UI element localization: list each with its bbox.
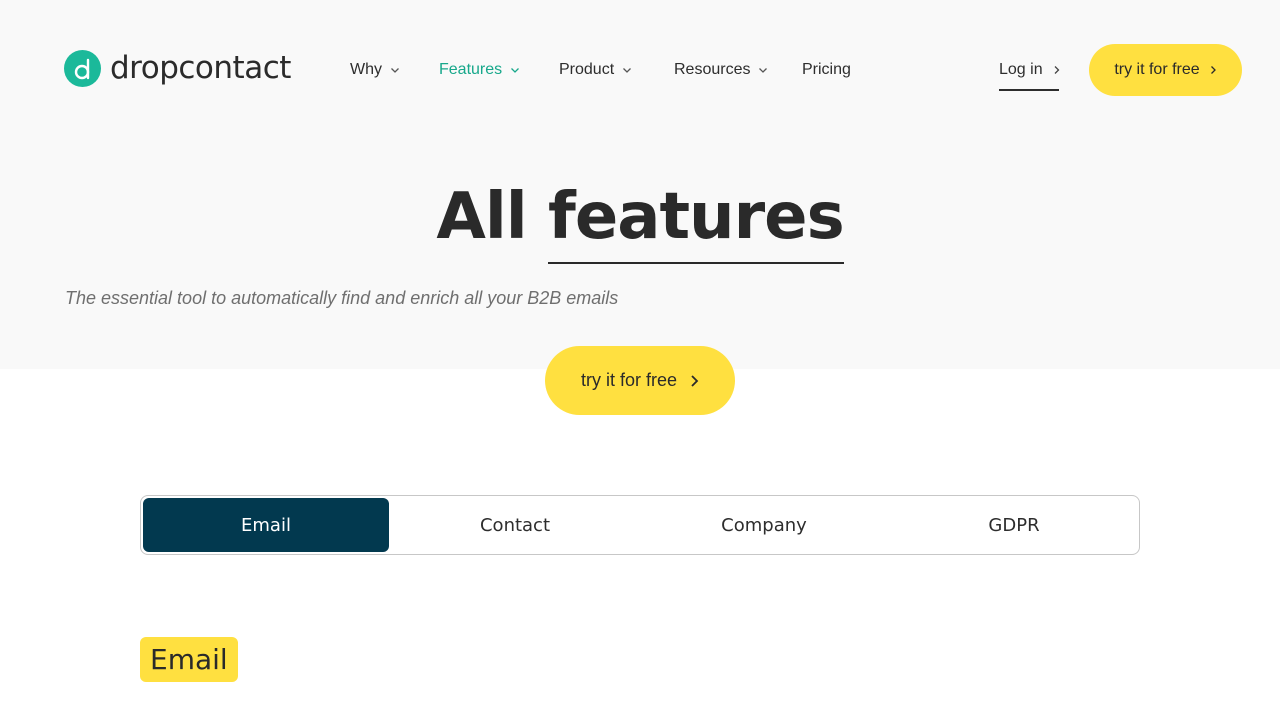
tab-label: Contact bbox=[479, 514, 551, 536]
chevron-down-icon bbox=[759, 68, 768, 73]
login-link[interactable]: Log in bbox=[999, 58, 1061, 82]
chevron-down-icon bbox=[511, 68, 520, 73]
nav-item-label: Product bbox=[559, 61, 615, 78]
chevron-right-icon bbox=[691, 374, 699, 387]
page-title-highlight: features bbox=[548, 178, 845, 264]
nav-item-label: Pricing bbox=[802, 61, 851, 78]
nav-item-pricing[interactable]: Pricing bbox=[802, 58, 851, 82]
tab-label: Company bbox=[721, 514, 807, 536]
login-label: Log in bbox=[999, 61, 1043, 78]
chevron-down-icon bbox=[391, 68, 399, 73]
page-title: All features bbox=[0, 178, 1280, 264]
page: dropcontact Why Features Product Resourc… bbox=[0, 0, 1280, 720]
login-underline bbox=[999, 89, 1059, 91]
header-cta-button[interactable]: try it for free bbox=[1089, 44, 1242, 96]
nav-item-label: Why bbox=[350, 61, 382, 78]
nav-item-label: Resources bbox=[674, 61, 751, 78]
nav-item-product[interactable]: Product bbox=[559, 58, 632, 82]
tab-email[interactable]: Email bbox=[143, 498, 389, 552]
tab-label: Email bbox=[241, 514, 291, 536]
section-title: Email bbox=[140, 637, 238, 682]
cta-label: try it for free bbox=[1114, 61, 1200, 78]
tab-contact[interactable]: Contact bbox=[392, 498, 638, 552]
tab-gdpr[interactable]: GDPR bbox=[891, 498, 1137, 552]
logo-mark-icon bbox=[64, 50, 101, 87]
nav-item-why[interactable]: Why bbox=[350, 58, 400, 82]
chevron-right-icon bbox=[1054, 66, 1060, 74]
hero-cta-button[interactable]: try it for free bbox=[545, 346, 735, 415]
hero-subtitle: The essential tool to automatically find… bbox=[65, 288, 619, 308]
tab-label: GDPR bbox=[988, 514, 1040, 536]
logo-wordmark: dropcontact bbox=[110, 50, 291, 86]
logo[interactable]: dropcontact bbox=[64, 50, 291, 87]
cta-label: try it for free bbox=[580, 370, 678, 390]
feature-tabs: Email Contact Company GDPR bbox=[140, 495, 1140, 555]
nav-item-features[interactable]: Features bbox=[439, 58, 520, 82]
chevron-right-icon bbox=[1210, 66, 1216, 74]
chevron-down-icon bbox=[623, 68, 632, 73]
page-title-plain: All bbox=[436, 180, 527, 254]
tab-company[interactable]: Company bbox=[641, 498, 887, 552]
nav-item-resources[interactable]: Resources bbox=[674, 58, 768, 82]
nav-item-label: Features bbox=[439, 61, 503, 78]
site-header: dropcontact Why Features Product Resourc… bbox=[0, 0, 1280, 140]
